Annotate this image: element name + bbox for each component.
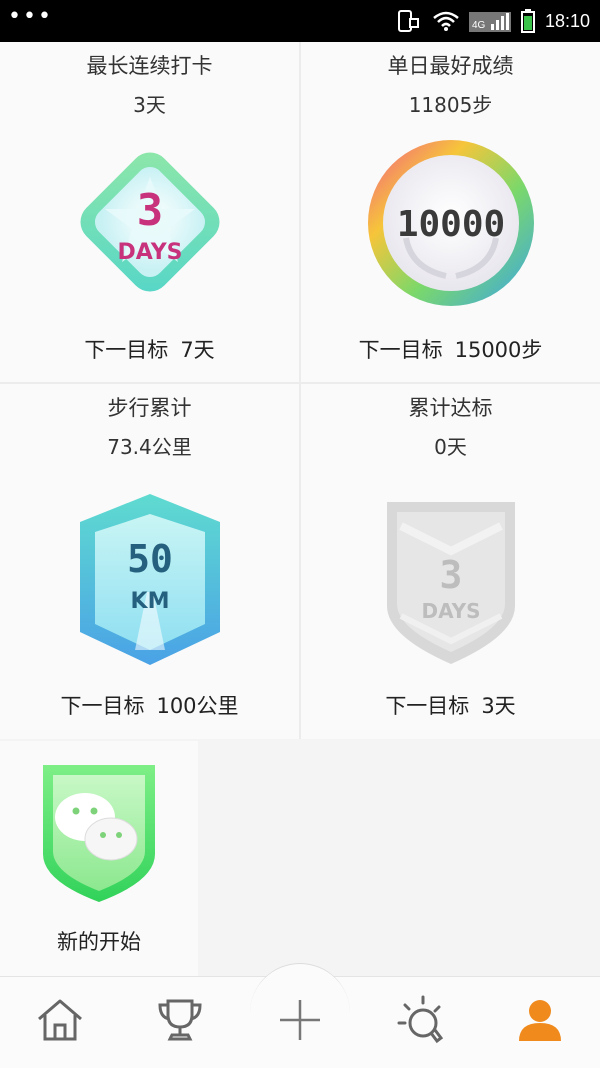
home-icon: [38, 999, 82, 1041]
card-title: 单日最好成绩: [387, 54, 514, 78]
badge-number: 3: [136, 185, 163, 236]
next-goal-label: 下一目标: [60, 694, 145, 718]
next-goal: 下一目标 100公里: [0, 690, 299, 720]
signal-4g-icon: 4G: [468, 10, 511, 32]
status-bar: ••• 4G 18:10: [0, 0, 600, 42]
overflow-dots-icon: •••: [8, 4, 53, 29]
status-icons: 4G 18:10: [397, 9, 590, 33]
locked-3-days-badge-icon: 3 DAYS: [386, 502, 515, 664]
next-goal: 下一目标 3天: [301, 690, 600, 720]
next-goal-value: 3天: [481, 694, 516, 718]
distance-50km-badge-icon: 50 KM: [79, 494, 220, 665]
add-icon: [280, 1000, 320, 1040]
next-goal-value: 15000步: [454, 338, 543, 362]
special-badge-name: 新的开始: [57, 930, 141, 954]
trophy-icon: [158, 999, 202, 1041]
grid-divider-vertical: [299, 42, 301, 739]
svg-text:4G: 4G: [472, 20, 486, 31]
next-goal-value: 100公里: [156, 694, 239, 718]
card-value: 73.4公里: [107, 435, 192, 459]
special-badge-card[interactable]: 新的开始: [0, 741, 198, 976]
next-goal-label: 下一目标: [84, 338, 169, 362]
next-goal-value: 7天: [180, 338, 215, 362]
badge-unit: DAYS: [117, 240, 182, 265]
achievement-card-total-goal-days[interactable]: 累计达标 0天 3 DAYS 下一目标 3天: [301, 384, 600, 739]
badge-unit: KM: [130, 589, 169, 614]
nav-profile[interactable]: [510, 990, 570, 1050]
achievement-card-streak[interactable]: 最长连续打卡 3天 3 DAYS 下一目标 7天: [0, 42, 299, 382]
profile-icon: [519, 1000, 561, 1041]
next-goal-label: 下一目标: [358, 338, 443, 362]
card-title: 累计达标: [408, 396, 493, 420]
badge-number: 10000: [396, 204, 504, 245]
card-value: 0天: [434, 435, 467, 459]
nav-add[interactable]: [270, 990, 330, 1050]
nav-discover[interactable]: [390, 990, 450, 1050]
card-title: 步行累计: [107, 396, 192, 420]
next-goal-label: 下一目标: [385, 694, 470, 718]
battery-icon: [520, 9, 535, 33]
nav-home[interactable]: [30, 990, 90, 1050]
wechat-chat-icon: [43, 765, 155, 902]
card-value: 11805步: [408, 93, 493, 117]
nav-achievements[interactable]: [150, 990, 210, 1050]
next-goal: 下一目标 15000步: [301, 334, 600, 364]
achievement-card-best-day[interactable]: 单日最好成绩 11805步 10000 下一目标 15000步: [301, 42, 600, 382]
grid-divider-horizontal: [0, 382, 600, 384]
next-goal: 下一目标 7天: [0, 334, 299, 364]
steps-10000-badge-icon: 10000: [367, 140, 534, 306]
achievement-card-total-distance[interactable]: 步行累计 73.4公里 50 KM 下一目标 100公里: [0, 384, 299, 739]
streak-3-days-badge-icon: 3 DAYS: [80, 152, 219, 292]
card-title: 最长连续打卡: [86, 54, 213, 78]
wifi-icon: [433, 11, 459, 31]
badge-number: 3: [439, 553, 462, 597]
badge-unit: DAYS: [421, 599, 480, 623]
card-value: 3天: [133, 93, 166, 117]
phone-vibrate-icon: [397, 10, 423, 32]
idea-bulb-icon: [397, 995, 444, 1044]
badge-number: 50: [127, 537, 173, 581]
clock: 18:10: [544, 10, 590, 31]
